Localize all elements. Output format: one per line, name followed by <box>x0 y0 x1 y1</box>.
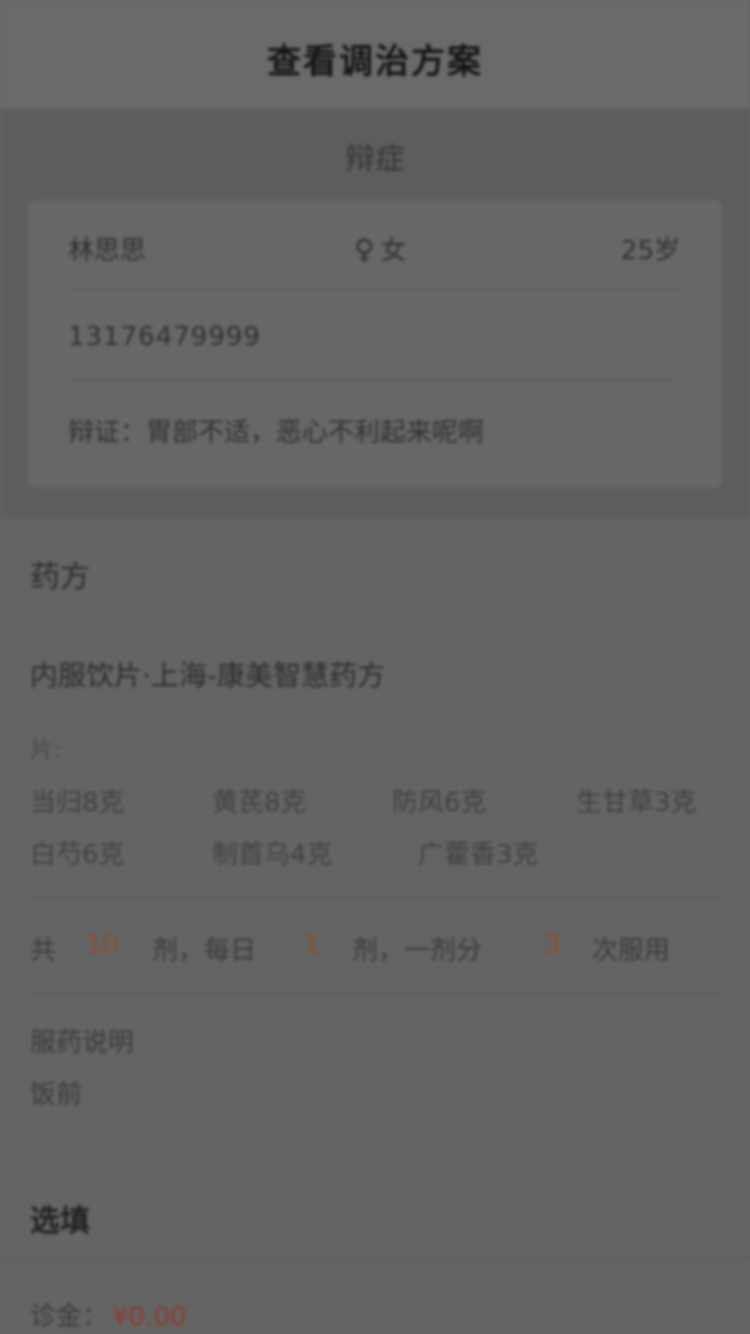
diagnosis-title: 辩症 <box>345 142 405 177</box>
diagnosis-overlay: 辩症 林思思 ♀ 女 25岁 13176479999 辩证：胃部不适，恶心不利起来… <box>0 108 750 518</box>
prescription-name: 内服饮片·上海-康美智慧药方 <box>30 659 386 692</box>
herb-item: 生甘草3克 <box>576 788 697 818</box>
optional-title: 选填 <box>30 1204 90 1239</box>
herb-item: 防风6克 <box>392 788 487 818</box>
patient-phone: 13176479999 <box>68 322 261 352</box>
dosage-unit-1: 剂，每日 <box>152 936 257 966</box>
navigation-bar: 查看调治方案 <box>0 0 750 108</box>
page-title: 查看调治方案 <box>267 42 483 82</box>
usage-label: 服药说明 <box>30 1028 135 1058</box>
dosage-prefix: 共 <box>30 936 57 966</box>
patient-card[interactable]: 林思思 ♀ 女 25岁 13176479999 辩证：胃部不适，恶心不利起来呢啊 <box>28 200 722 488</box>
herb-item: 当归8克 <box>30 788 125 818</box>
patient-syndrome: 辩证：胃部不适，恶心不利起来呢啊 <box>68 418 485 448</box>
herb-item: 黄芪8克 <box>212 788 307 818</box>
dosage-per-day: 1 <box>304 930 321 960</box>
herb-item: 广藿香3克 <box>418 840 539 870</box>
patient-phone-row: 13176479999 <box>68 290 680 381</box>
dosage-unit-2: 剂，一剂分 <box>352 936 483 966</box>
prescription-section: 药方 内服饮片·上海-康美智慧药方 片: 当归8克 黄芪8克 防风6克 生甘草3… <box>0 520 750 1145</box>
divider <box>0 1258 750 1259</box>
dosage-unit-3: 次服用 <box>592 936 671 966</box>
patient-syndrome-row: 辩证：胃部不适，恶心不利起来呢啊 <box>68 380 680 470</box>
fee-label: 诊金： <box>30 1302 109 1332</box>
screen: 查看调治方案 辩症 林思思 ♀ 女 25岁 13176479999 辩证：胃部不适… <box>0 0 750 1334</box>
herb-item: 白芍6克 <box>30 840 125 870</box>
dosage-total: 10 <box>86 930 120 960</box>
usage-value: 饭前 <box>30 1080 83 1110</box>
divider <box>30 992 720 993</box>
female-icon: ♀ <box>354 233 375 266</box>
patient-gender: ♀ 女 <box>354 230 407 267</box>
prescription-sub-label: 片: <box>30 736 63 764</box>
prescription-title: 药方 <box>30 560 90 595</box>
fee-value: ¥0.00 <box>112 1302 187 1332</box>
divider <box>30 896 720 897</box>
gender-label: 女 <box>380 236 407 266</box>
consultation-fee: 诊金： ¥0.00 <box>30 1296 186 1333</box>
dosage-times: 3 <box>544 930 561 960</box>
optional-section: 选填 诊金： ¥0.00 <box>0 1160 750 1334</box>
herb-item: 制首乌4克 <box>212 840 333 870</box>
patient-basic-row: 林思思 ♀ 女 25岁 <box>68 200 680 291</box>
patient-name: 林思思 <box>68 236 147 266</box>
patient-age: 25岁 <box>620 236 680 266</box>
